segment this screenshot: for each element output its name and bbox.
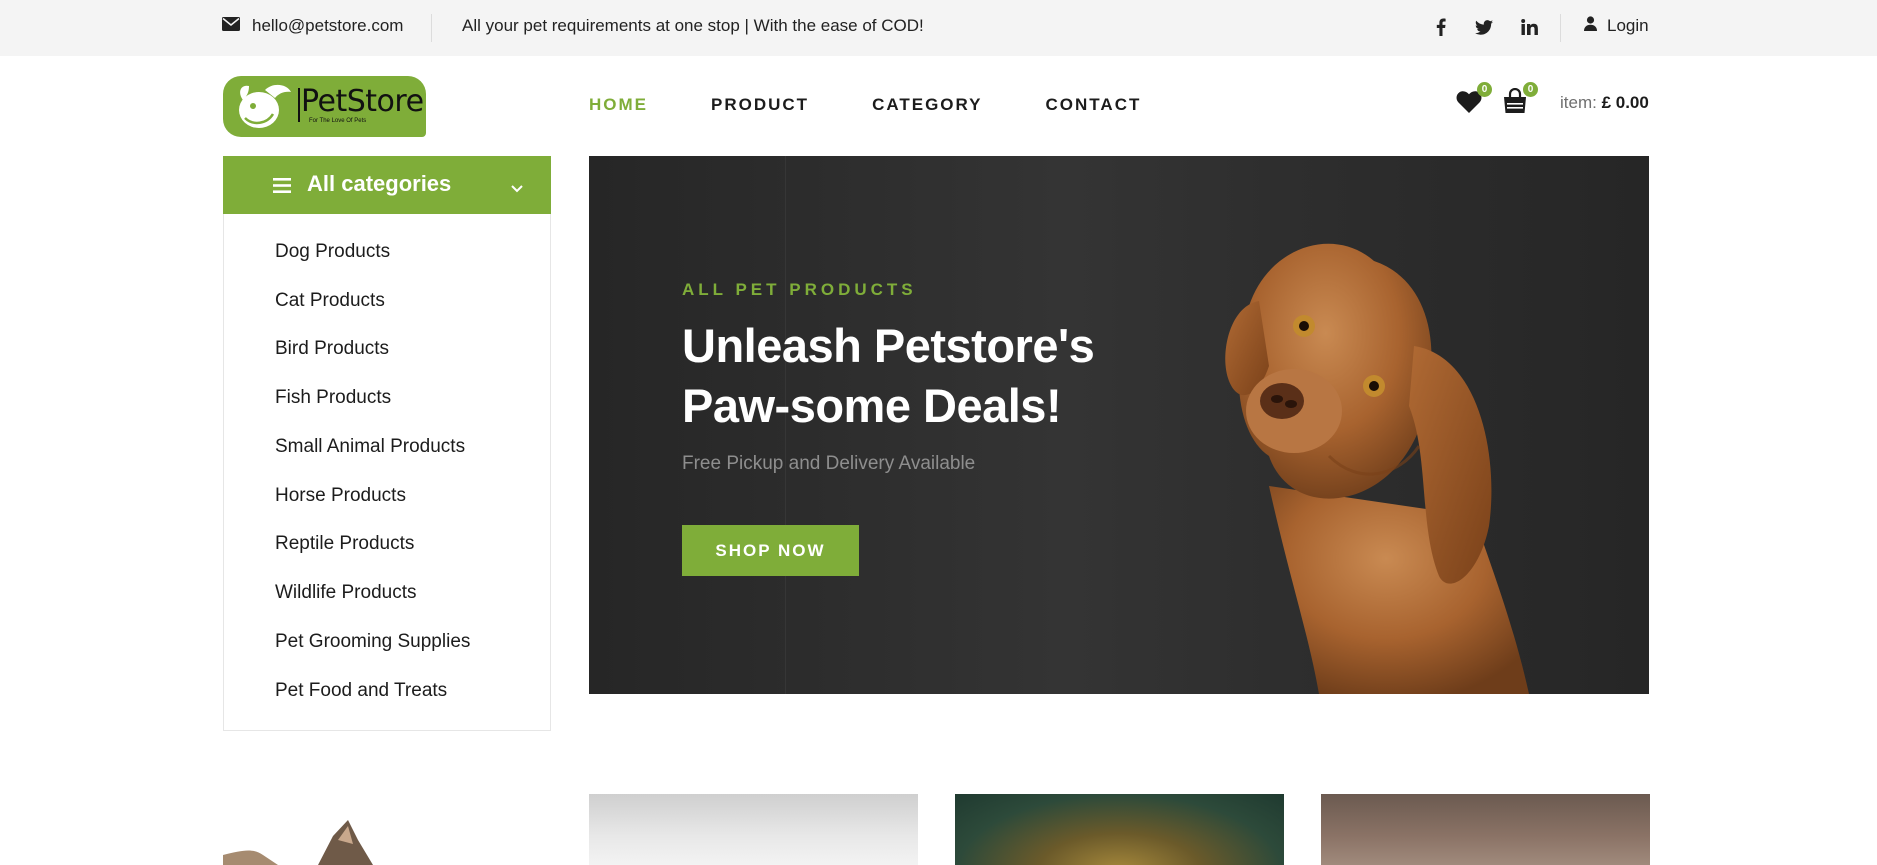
top-bar: hello@petstore.com All your pet requirem… [0,0,1877,56]
user-icon [1584,16,1597,36]
nav-product[interactable]: PRODUCT [711,95,809,115]
cart-count-badge: 0 [1523,82,1538,97]
hero-subtitle: Free Pickup and Delivery Available [682,453,976,474]
contact-email[interactable]: hello@petstore.com [222,16,403,36]
logo-tagline: For The Love Of Pets [309,118,367,124]
category-item-small-animal[interactable]: Small Animal Products [275,436,465,458]
category-item-wildlife[interactable]: Wildlife Products [275,582,417,604]
product-thumbnail[interactable] [955,794,1284,865]
email-text: hello@petstore.com [252,16,404,35]
cart-total-label: item: [1560,93,1597,112]
wishlist-button[interactable]: 0 [1454,82,1492,116]
wishlist-count-badge: 0 [1477,82,1492,97]
envelope-icon [222,16,240,36]
hero-title-line-1: Unleash Petstore's [682,319,1095,372]
product-thumbnail[interactable] [1321,794,1650,865]
hero-title-line-2: Paw-some Deals! [682,379,1062,432]
nav-home[interactable]: HOME [589,95,648,115]
category-item-reptile[interactable]: Reptile Products [275,533,414,555]
pet-logo-icon [239,84,291,128]
cart-total-amount: £ 0.00 [1601,93,1649,112]
category-list: Dog Products Cat Products Bird Products … [223,214,551,731]
category-item-cat[interactable]: Cat Products [275,290,385,312]
category-item-bird[interactable]: Bird Products [275,338,389,360]
divider [431,14,432,42]
all-categories-toggle[interactable]: All categories [223,156,551,214]
category-item-grooming[interactable]: Pet Grooming Supplies [275,631,470,653]
tagline: All your pet requirements at one stop | … [462,16,924,35]
site-logo[interactable]: PetStore For The Love Of Pets [223,76,426,137]
nav-category[interactable]: CATEGORY [872,95,982,115]
category-item-dog[interactable]: Dog Products [275,241,390,263]
nav-contact[interactable]: CONTACT [1046,95,1142,115]
cart-button[interactable]: 0 [1500,82,1538,116]
logo-name: PetStore [301,84,424,119]
divider [1560,14,1561,42]
hero-kicker: ALL PET PRODUCTS [682,280,917,299]
shop-now-button[interactable]: SHOP NOW [682,525,859,576]
chevron-down-icon [511,180,523,198]
login-link[interactable]: Login [1584,16,1649,36]
category-item-food-treats[interactable]: Pet Food and Treats [275,680,447,702]
twitter-icon[interactable] [1472,14,1496,40]
login-label: Login [1607,16,1649,35]
main-nav: HOME PRODUCT CATEGORY CONTACT [589,95,1204,115]
logo-divider [298,88,300,122]
facebook-icon[interactable] [1429,14,1453,40]
category-item-fish[interactable]: Fish Products [275,387,391,409]
hero-title: Unleash Petstore's Paw-some Deals! [682,316,1152,436]
product-thumbnail[interactable] [589,794,918,865]
all-categories-title: All categories [307,171,452,196]
hero-banner: ALL PET PRODUCTS Unleash Petstore's Paw-… [589,156,1649,694]
menu-icon [273,178,291,198]
dog-photo [1225,243,1529,694]
linkedin-icon[interactable] [1517,14,1541,40]
cat-photo-peek [223,820,373,865]
category-item-horse[interactable]: Horse Products [275,485,406,507]
cart-total: item: £ 0.00 [1560,93,1649,113]
